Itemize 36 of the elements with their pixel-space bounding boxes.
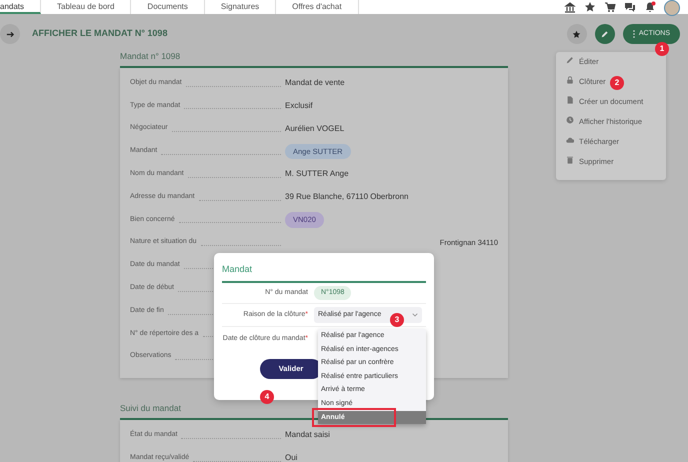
kebab-icon: [632, 30, 635, 38]
chat-icon[interactable]: [624, 1, 636, 13]
field-value: Mandat de vente: [285, 78, 345, 88]
dialog-title: Mandat: [222, 263, 426, 282]
lock-icon: [566, 76, 574, 84]
chevron-down-icon: [412, 313, 418, 317]
file-icon: [566, 96, 574, 104]
field-value: 39 Rue Blanche, 67110 Oberbronn: [285, 192, 408, 202]
step-marker: 1: [655, 42, 669, 56]
arrow-right-icon: [6, 30, 14, 38]
favorite-button[interactable]: [566, 24, 587, 44]
avatar[interactable]: [664, 0, 680, 16]
cart-icon[interactable]: [604, 1, 616, 13]
star-icon: [572, 30, 582, 38]
field-value: Exclusif: [285, 100, 313, 110]
nav-tab[interactable]: Offres d'achat: [276, 0, 359, 14]
clock-icon: [566, 116, 574, 124]
field-value: Oui: [285, 453, 298, 462]
nav-tab[interactable]: Documents: [131, 0, 205, 14]
bell-icon[interactable]: [644, 1, 656, 13]
nav-tab[interactable]: andats: [0, 0, 42, 14]
step-marker: 4: [260, 390, 274, 404]
cloud-icon: [566, 136, 574, 144]
field-value: Aurélien VOGEL: [285, 124, 344, 133]
star-icon[interactable]: [584, 1, 596, 13]
trash-icon: [566, 156, 574, 164]
page-title: AFFICHER LE MANDAT N° 1098: [32, 27, 168, 40]
back-button[interactable]: [0, 24, 20, 44]
nav-tab[interactable]: Tableau de bord: [41, 0, 132, 14]
building-icon[interactable]: [564, 1, 576, 13]
nav-tab[interactable]: Signatures: [204, 0, 276, 14]
pencil-icon: [566, 56, 574, 64]
field-value: M. SUTTER Ange: [285, 169, 349, 178]
field-value: Mandat saisi: [285, 430, 330, 440]
pencil-icon: [600, 30, 610, 38]
edit-button[interactable]: [594, 24, 615, 44]
